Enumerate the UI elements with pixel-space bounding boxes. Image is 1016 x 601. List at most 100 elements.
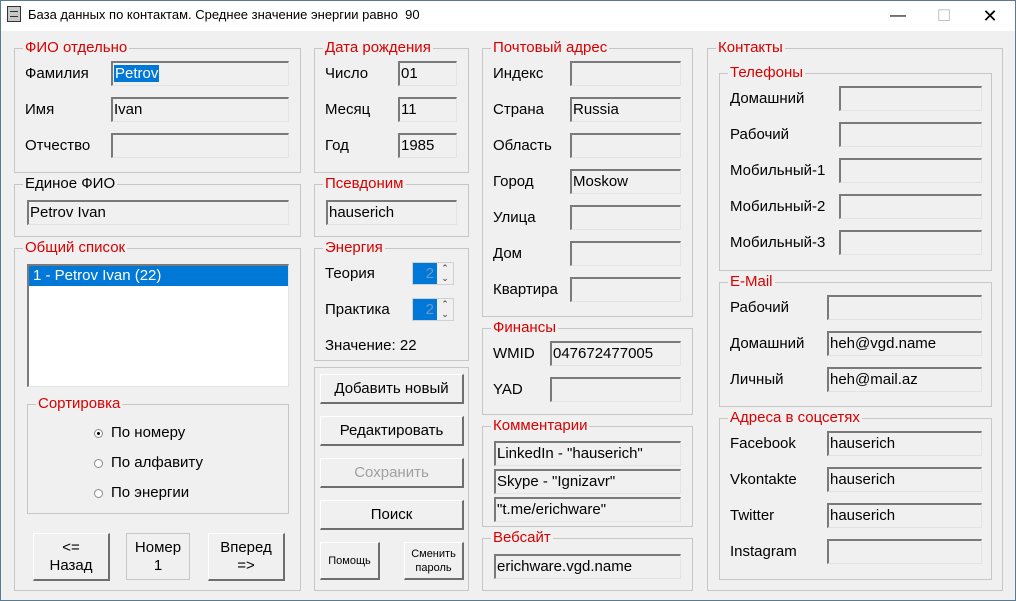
day-field[interactable]: 01 bbox=[398, 61, 457, 86]
mobile-3-field[interactable] bbox=[839, 230, 982, 255]
month-label: Месяц bbox=[325, 101, 371, 118]
year-field[interactable]: 1985 bbox=[398, 133, 457, 158]
wmid-label: WMID bbox=[493, 345, 535, 362]
maximize-button[interactable]: ☐ bbox=[921, 1, 967, 31]
theory-spinner[interactable]: 2 ⌃ ⌄ bbox=[412, 262, 454, 285]
window-title: База данных по контактам. Среднее значен… bbox=[28, 7, 420, 22]
practice-spinner[interactable]: 2 ⌃ ⌄ bbox=[412, 298, 454, 321]
add-new-button[interactable]: Добавить новый bbox=[320, 374, 464, 404]
country-field[interactable]: Russia bbox=[570, 97, 681, 122]
nickname-field[interactable]: hauserich bbox=[326, 200, 457, 225]
theory-value: 2 bbox=[413, 263, 437, 284]
full-name-field[interactable]: Petrov Ivan bbox=[27, 200, 289, 225]
apartment-field[interactable] bbox=[570, 277, 681, 302]
main-window: База данных по контактам. Среднее значен… bbox=[0, 0, 1016, 601]
nickname-group: Псевдоним hauserich bbox=[314, 176, 469, 237]
edit-button[interactable]: Редактировать bbox=[320, 416, 464, 446]
radio-label: По энергии bbox=[111, 484, 190, 501]
energy-legend: Энергия bbox=[323, 239, 385, 256]
minimize-button[interactable]: — bbox=[875, 1, 921, 31]
email-group: E-Mail Рабочий Домашний heh@vgd.name Лич… bbox=[719, 274, 992, 407]
database-cabinet-icon bbox=[7, 6, 21, 22]
mobile-2-field[interactable] bbox=[839, 194, 982, 219]
website-group: Вебсайт erichware.vgd.name bbox=[482, 530, 693, 591]
sort-by-energy-radio[interactable]: По энергии bbox=[94, 484, 189, 502]
twitter-field[interactable]: hauserich bbox=[827, 503, 982, 528]
contacts-group: Контакты Телефоны Домашний Рабочий Мобил… bbox=[707, 40, 1003, 591]
patronymic-field[interactable] bbox=[111, 133, 289, 158]
email-label: Личный bbox=[730, 371, 784, 388]
energy-result: Значение: 22 bbox=[325, 337, 417, 354]
sort-group: Сортировка По номеру По алфавиту По энер… bbox=[27, 396, 289, 514]
sort-by-number-radio[interactable]: По номеру bbox=[94, 424, 185, 442]
email-label: Домашний bbox=[730, 335, 805, 352]
home-email-field[interactable]: heh@vgd.name bbox=[827, 331, 982, 356]
contacts-listbox[interactable]: 1 - Petrov Ivan (22) bbox=[27, 264, 289, 387]
full-name-group: Единое ФИО Petrov Ivan bbox=[14, 176, 301, 237]
radio-label: По номеру bbox=[111, 424, 186, 441]
patronymic-label: Отчество bbox=[25, 137, 91, 154]
list-item[interactable]: 1 - Petrov Ivan (22) bbox=[29, 266, 288, 286]
first-name-label: Имя bbox=[25, 101, 55, 118]
social-group: Адреса в соцсетях Facebook hauserich Vko… bbox=[719, 410, 992, 580]
radio-checked-icon bbox=[94, 428, 103, 438]
sort-by-alphabet-radio[interactable]: По алфавиту bbox=[94, 454, 203, 472]
yad-field[interactable] bbox=[550, 377, 681, 402]
mobile-1-field[interactable] bbox=[839, 158, 982, 183]
close-button[interactable]: ✕ bbox=[967, 1, 1013, 31]
birth-date-legend: Дата рождения bbox=[323, 39, 433, 56]
spin-up-down-icon[interactable]: ⌃ ⌄ bbox=[438, 263, 452, 284]
city-field[interactable]: Moskow bbox=[570, 169, 681, 194]
energy-group: Энергия Теория 2 ⌃ ⌄ Практика 2 ⌃ ⌄ Значен… bbox=[314, 240, 469, 361]
postal-index-field[interactable] bbox=[570, 61, 681, 86]
phone-label: Мобильный-1 bbox=[730, 162, 826, 179]
nickname-legend: Псевдоним bbox=[323, 175, 406, 192]
house-field[interactable] bbox=[570, 241, 681, 266]
comments-legend: Комментарии bbox=[491, 417, 590, 434]
practice-value: 2 bbox=[413, 299, 437, 320]
last-name-field[interactable]: Petrov bbox=[111, 61, 289, 86]
postal-label: Область bbox=[493, 137, 552, 154]
postal-label: Индекс bbox=[493, 65, 544, 82]
save-button[interactable]: Сохранить bbox=[320, 458, 464, 488]
work-phone-field[interactable] bbox=[839, 122, 982, 147]
contacts-legend: Контакты bbox=[716, 39, 785, 56]
home-phone-field[interactable] bbox=[839, 86, 982, 111]
phones-legend: Телефоны bbox=[728, 64, 806, 81]
website-field[interactable]: erichware.vgd.name bbox=[494, 554, 681, 579]
spin-up-down-icon[interactable]: ⌃ ⌄ bbox=[438, 299, 452, 320]
back-button[interactable]: <= Назад bbox=[33, 533, 110, 581]
facebook-field[interactable]: hauserich bbox=[827, 431, 982, 456]
wmid-field[interactable]: 047672477005 bbox=[550, 341, 681, 366]
street-field[interactable] bbox=[570, 205, 681, 230]
first-name-field[interactable]: Ivan bbox=[111, 97, 289, 122]
comment-line[interactable]: Skype - "Ignizavr" bbox=[494, 469, 681, 494]
radio-unchecked-icon bbox=[94, 458, 103, 468]
fio-legend: ФИО отдельно bbox=[23, 39, 130, 56]
postal-label: Страна bbox=[493, 101, 545, 118]
general-list-legend: Общий список bbox=[23, 239, 128, 256]
change-password-button[interactable]: Сменить пароль bbox=[404, 542, 464, 580]
personal-email-field[interactable]: heh@mail.az bbox=[827, 367, 982, 392]
forward-button[interactable]: Вперед => bbox=[208, 533, 285, 581]
postal-label: Улица bbox=[493, 209, 536, 226]
phone-label: Мобильный-3 bbox=[730, 234, 826, 251]
month-field[interactable]: 11 bbox=[398, 97, 457, 122]
region-field[interactable] bbox=[570, 133, 681, 158]
search-button[interactable]: Поиск bbox=[320, 500, 464, 530]
comment-line[interactable]: LinkedIn - "hauserich" bbox=[494, 441, 681, 466]
instagram-field[interactable] bbox=[827, 539, 982, 564]
help-button[interactable]: Помощь bbox=[320, 542, 380, 580]
title-bar: База данных по контактам. Среднее значен… bbox=[1, 1, 1015, 31]
comment-line[interactable]: "t.me/erichware" bbox=[494, 497, 681, 522]
practice-label: Практика bbox=[325, 301, 390, 318]
work-email-field[interactable] bbox=[827, 295, 982, 320]
finance-group: Финансы WMID 047672477005 YAD bbox=[482, 320, 693, 415]
day-label: Число bbox=[325, 65, 369, 82]
vkontakte-field[interactable]: hauserich bbox=[827, 467, 982, 492]
finance-legend: Финансы bbox=[491, 319, 558, 336]
number-value: 1 bbox=[153, 556, 163, 574]
last-name-label: Фамилия bbox=[25, 65, 89, 82]
phone-label: Рабочий bbox=[730, 126, 790, 143]
comments-group: Комментарии LinkedIn - "hauserich" Skype… bbox=[482, 418, 693, 527]
